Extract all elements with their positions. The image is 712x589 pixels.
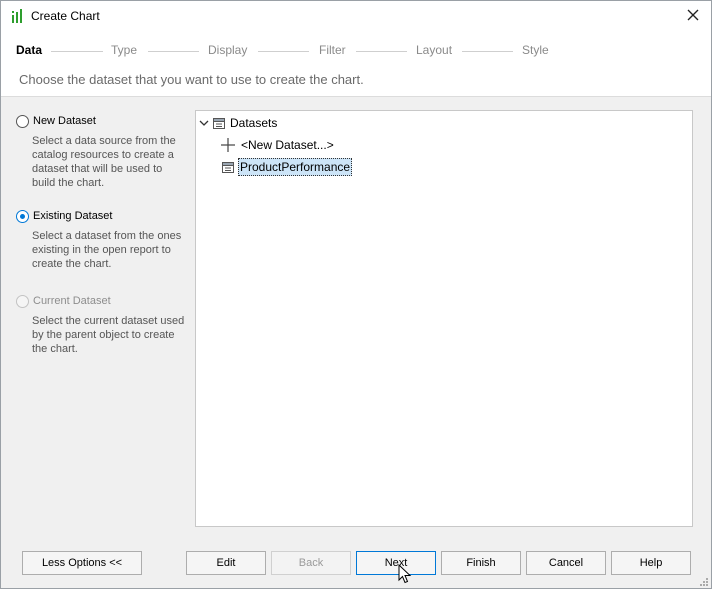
help-button[interactable]: Help [611,551,691,575]
step-style[interactable]: Style [522,43,549,57]
finish-button[interactable]: Finish [441,551,521,575]
dataset-item-label: ProductPerformance [238,158,353,176]
step-filter[interactable]: Filter [319,43,346,57]
plus-icon [221,138,235,152]
dataset-icon [221,160,235,174]
step-data[interactable]: Data [16,43,42,57]
tree-root-label: Datasets [230,116,278,130]
close-button[interactable] [681,5,705,27]
current-dataset-radio [16,295,29,308]
chart-bars-icon [11,9,25,23]
step-divider [462,51,513,52]
existing-dataset-description: Select a dataset from the ones existing … [32,230,182,270]
tree-item-dataset[interactable]: ProductPerformance [221,157,353,177]
dataset-icon [212,116,226,130]
existing-dataset-label: Existing Dataset [33,210,113,222]
wizard-subtitle: Choose the dataset that you want to use … [19,72,364,87]
step-divider [51,51,103,52]
tree-root-datasets[interactable]: Datasets [198,113,277,133]
step-type[interactable]: Type [111,43,137,57]
cancel-button[interactable]: Cancel [526,551,606,575]
title-bar: Create Chart [1,1,711,31]
back-button: Back [271,551,351,575]
less-options-button[interactable]: Less Options << [22,551,142,575]
new-dataset-radio[interactable] [16,115,29,128]
new-dataset-description: Select a data source from the catalog re… [32,135,176,189]
step-display[interactable]: Display [208,43,247,57]
current-dataset-description: Select the current dataset used by the p… [32,315,185,355]
mouse-pointer-icon [398,563,412,584]
create-chart-dialog: Create Chart Data Type Display Filter La… [0,0,712,589]
step-layout[interactable]: Layout [416,43,452,57]
new-dataset-item-label: <New Dataset...> [241,138,334,152]
wizard-header: Data Type Display Filter Layout Style Ch… [1,31,711,97]
existing-dataset-radio[interactable] [16,210,29,223]
next-button[interactable]: Next [356,551,436,575]
window-title: Create Chart [31,9,100,23]
new-dataset-label: New Dataset [33,115,96,127]
chevron-down-icon[interactable] [198,116,210,130]
close-icon [687,9,699,24]
step-divider [148,51,199,52]
edit-button[interactable]: Edit [186,551,266,575]
step-divider [258,51,309,52]
resize-grip-icon[interactable] [699,576,709,586]
tree-item-new-dataset[interactable]: <New Dataset...> [221,135,334,155]
current-dataset-label: Current Dataset [33,295,111,307]
step-divider [356,51,407,52]
dataset-tree[interactable]: Datasets <New Dataset...> ProductPerform… [195,110,693,527]
